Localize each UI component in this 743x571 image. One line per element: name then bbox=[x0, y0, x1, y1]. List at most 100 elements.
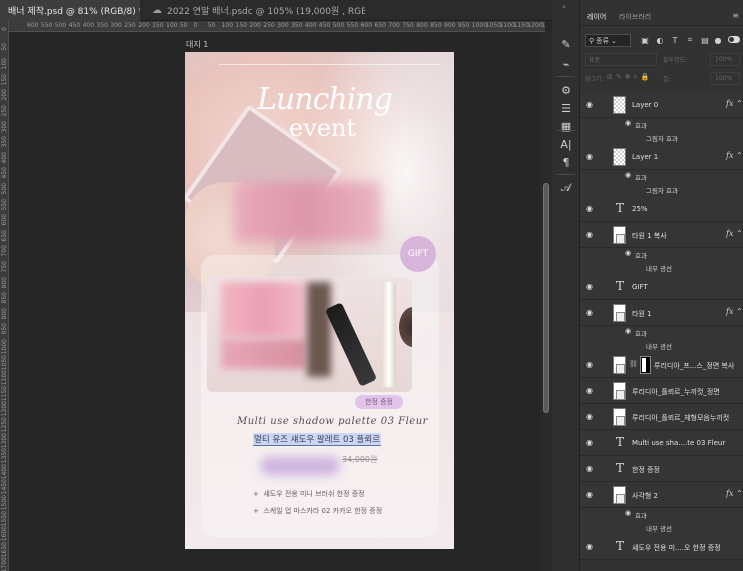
ruler-tick-label: 350 bbox=[96, 22, 108, 29]
type-filter-icon[interactable]: T bbox=[670, 34, 680, 46]
paragraph-icon[interactable]: ¶ bbox=[558, 154, 574, 170]
artboard[interactable]: Lunching event GIFT 한정 증정 Multi use shad… bbox=[185, 52, 454, 549]
shape-filter-icon[interactable]: ⌗ bbox=[685, 34, 695, 46]
layer-row[interactable]: ◉ T 섀도우 전용 미....오 한정 증정 bbox=[580, 534, 743, 560]
product-name-selected-text[interactable]: 멀티 유즈 섀도우 팔레트 03 플뢰르 bbox=[253, 433, 381, 446]
layer-effect-row[interactable]: ◉ 효과 bbox=[580, 170, 743, 183]
layer-row[interactable]: ◉ 루리디아_플뢰르_체형모음누끼컷 bbox=[580, 404, 743, 430]
effects-label: 효과 bbox=[635, 330, 647, 338]
fx-icon[interactable]: fx bbox=[726, 229, 733, 238]
horizontal-ruler[interactable]: 600 550 500 450 400 350 300 250 200 150 100 50 0 50 10… bbox=[9, 21, 545, 32]
adjustments-icon[interactable]: ⚙ bbox=[558, 82, 574, 98]
fx-icon[interactable]: fx bbox=[726, 489, 733, 498]
vertical-ruler[interactable]: 0 50 100 150 200 250 300 350 400 450 500 550 600 650 7… bbox=[0, 21, 9, 571]
chevron-up-icon[interactable]: ⌃ bbox=[736, 151, 743, 160]
lock-icons[interactable]: ⊞✎✥⌗🔒 bbox=[607, 73, 652, 82]
fill-field[interactable]: 100% bbox=[710, 72, 740, 85]
layer-row[interactable]: ◉ Layer 0 fx ⌃ bbox=[580, 92, 743, 118]
layer-effect-row[interactable]: 내부 광선 bbox=[580, 521, 743, 534]
chevron-up-icon[interactable]: ⌃ bbox=[736, 229, 743, 238]
visibility-eye-icon[interactable]: ◉ bbox=[586, 100, 593, 109]
separator bbox=[557, 174, 575, 175]
ruler-tick-label: 1600 bbox=[1, 526, 8, 542]
visibility-eye-icon[interactable]: ◉ bbox=[586, 152, 593, 161]
smart-object-filter-icon[interactable]: ▤ bbox=[700, 34, 710, 46]
ruler-tick-label: 250 bbox=[263, 22, 275, 29]
kind-filter-select[interactable]: ⚲ 종류 ⌄ bbox=[585, 34, 631, 47]
tab-layers[interactable]: 레이어 bbox=[587, 12, 606, 22]
brush-icon[interactable]: ⌁ bbox=[558, 56, 574, 72]
layer-effect-row[interactable]: 그림자 효과 bbox=[580, 131, 743, 144]
visibility-eye-icon[interactable]: ◉ bbox=[586, 412, 593, 421]
visibility-eye-icon[interactable]: ◉ bbox=[586, 542, 593, 551]
layer-name: 25% bbox=[632, 205, 648, 213]
visibility-eye-icon[interactable]: ◉ bbox=[586, 308, 593, 317]
effects-eye-icon[interactable]: ◉ bbox=[625, 249, 631, 257]
properties-icon[interactable]: ☰ bbox=[558, 100, 574, 116]
visibility-eye-icon[interactable]: ◉ bbox=[586, 464, 593, 473]
glyphs-icon[interactable]: 𝒜 bbox=[558, 180, 574, 196]
fx-icon[interactable]: fx bbox=[726, 307, 733, 316]
layer-effect-row[interactable]: 내부 광선 bbox=[580, 339, 743, 352]
pixel-filter-icon[interactable]: ▣ bbox=[640, 34, 650, 46]
layer-effect-row[interactable]: ◉ 효과 bbox=[580, 326, 743, 339]
layer-row[interactable]: ◉ 타원 1 복사 fx ⌃ bbox=[580, 222, 743, 248]
fx-icon[interactable]: fx bbox=[726, 99, 733, 108]
opacity-field[interactable]: 100% bbox=[710, 53, 740, 66]
brush-settings-icon[interactable]: ✎ bbox=[558, 36, 574, 52]
vertical-scrollbar[interactable] bbox=[540, 33, 552, 571]
ruler-tick-label: 1550 bbox=[1, 510, 8, 526]
layer-row[interactable]: ◉ Layer 1 fx ⌃ bbox=[580, 144, 743, 170]
link-icon[interactable]: ⛓ bbox=[629, 360, 638, 368]
document-tab-inactive[interactable]: ☁ 2022 연말 배너.psdc @ 105% (19,000원 , RGB/… bbox=[140, 0, 365, 21]
layer-row[interactable]: ◉ 타원 1 fx ⌃ bbox=[580, 300, 743, 326]
layer-effect-row[interactable]: ◉ 효과 bbox=[580, 118, 743, 131]
collapse-icon[interactable]: « bbox=[562, 3, 566, 11]
visibility-eye-icon[interactable]: ◉ bbox=[586, 490, 593, 499]
effects-eye-icon[interactable]: ◉ bbox=[625, 509, 631, 517]
layer-row[interactable]: ◉ T Multi use sha....te 03 Fleur bbox=[580, 430, 743, 456]
layer-row[interactable]: ◉ T GIFT bbox=[580, 274, 743, 300]
ruler-tick-label: 500 bbox=[1, 183, 8, 195]
document-tab-active[interactable]: 배너 제작.psd @ 81% (RGB/8) * × bbox=[0, 0, 140, 21]
layer-effect-row[interactable]: ◉ 효과 bbox=[580, 248, 743, 261]
layer-mask-thumbnail[interactable] bbox=[640, 356, 651, 374]
visibility-eye-icon[interactable]: ◉ bbox=[586, 386, 593, 395]
layer-row[interactable]: ◉ T 25% bbox=[580, 196, 743, 222]
visibility-eye-icon[interactable]: ◉ bbox=[586, 230, 593, 239]
layer-row[interactable]: ◉ ⛓ 루리디아_프...스_정면 복사 bbox=[580, 352, 743, 378]
ruler-tick-label: 650 bbox=[1, 229, 8, 242]
dot-filter-icon[interactable]: ● bbox=[713, 34, 723, 46]
layer-effect-row[interactable]: 내부 광선 bbox=[580, 261, 743, 274]
blurred-eyeshadow-image bbox=[221, 339, 306, 369]
layer-row[interactable]: ◉ 사각형 2 fx ⌃ bbox=[580, 482, 743, 508]
layer-row[interactable]: ◉ 루리디아_플뢰르_누끼컷_정면 bbox=[580, 378, 743, 404]
adjustment-filter-icon[interactable]: ◐ bbox=[655, 34, 665, 46]
ruler-tick-label: 550 bbox=[40, 22, 53, 29]
chevron-up-icon[interactable]: ⌃ bbox=[736, 99, 743, 108]
filter-toggle[interactable] bbox=[728, 36, 740, 43]
chevron-up-icon[interactable]: ⌃ bbox=[736, 307, 743, 316]
ruler-tick-label: 1250 bbox=[1, 417, 8, 433]
artboard-label[interactable]: 대지 1 bbox=[186, 39, 208, 50]
blend-mode-select[interactable]: 표준 bbox=[585, 53, 657, 66]
effects-eye-icon[interactable]: ◉ bbox=[625, 119, 631, 127]
visibility-eye-icon[interactable]: ◉ bbox=[586, 204, 593, 213]
visibility-eye-icon[interactable]: ◉ bbox=[586, 282, 593, 291]
layer-effect-row[interactable]: 그림자 효과 bbox=[580, 183, 743, 196]
panel-menu-icon[interactable]: ≡ bbox=[732, 11, 739, 20]
tab-libraries[interactable]: 라이브러리 bbox=[619, 12, 651, 22]
libraries-icon[interactable]: ▦ bbox=[558, 118, 574, 134]
chevron-up-icon[interactable]: ⌃ bbox=[736, 489, 743, 498]
visibility-eye-icon[interactable]: ◉ bbox=[586, 438, 593, 447]
visibility-eye-icon[interactable]: ◉ bbox=[586, 360, 593, 369]
effects-eye-icon[interactable]: ◉ bbox=[625, 171, 631, 179]
effects-eye-icon[interactable]: ◉ bbox=[625, 327, 631, 335]
effect-name: 내부 광선 bbox=[646, 265, 672, 273]
fx-icon[interactable]: fx bbox=[726, 151, 733, 160]
layer-row[interactable]: ◉ T 한정 증정 bbox=[580, 456, 743, 482]
character-icon[interactable]: A| bbox=[558, 136, 574, 152]
scrollbar-thumb[interactable] bbox=[543, 183, 549, 413]
ruler-tick-label: 1000 bbox=[1, 339, 8, 355]
layer-effect-row[interactable]: ◉ 효과 bbox=[580, 508, 743, 521]
